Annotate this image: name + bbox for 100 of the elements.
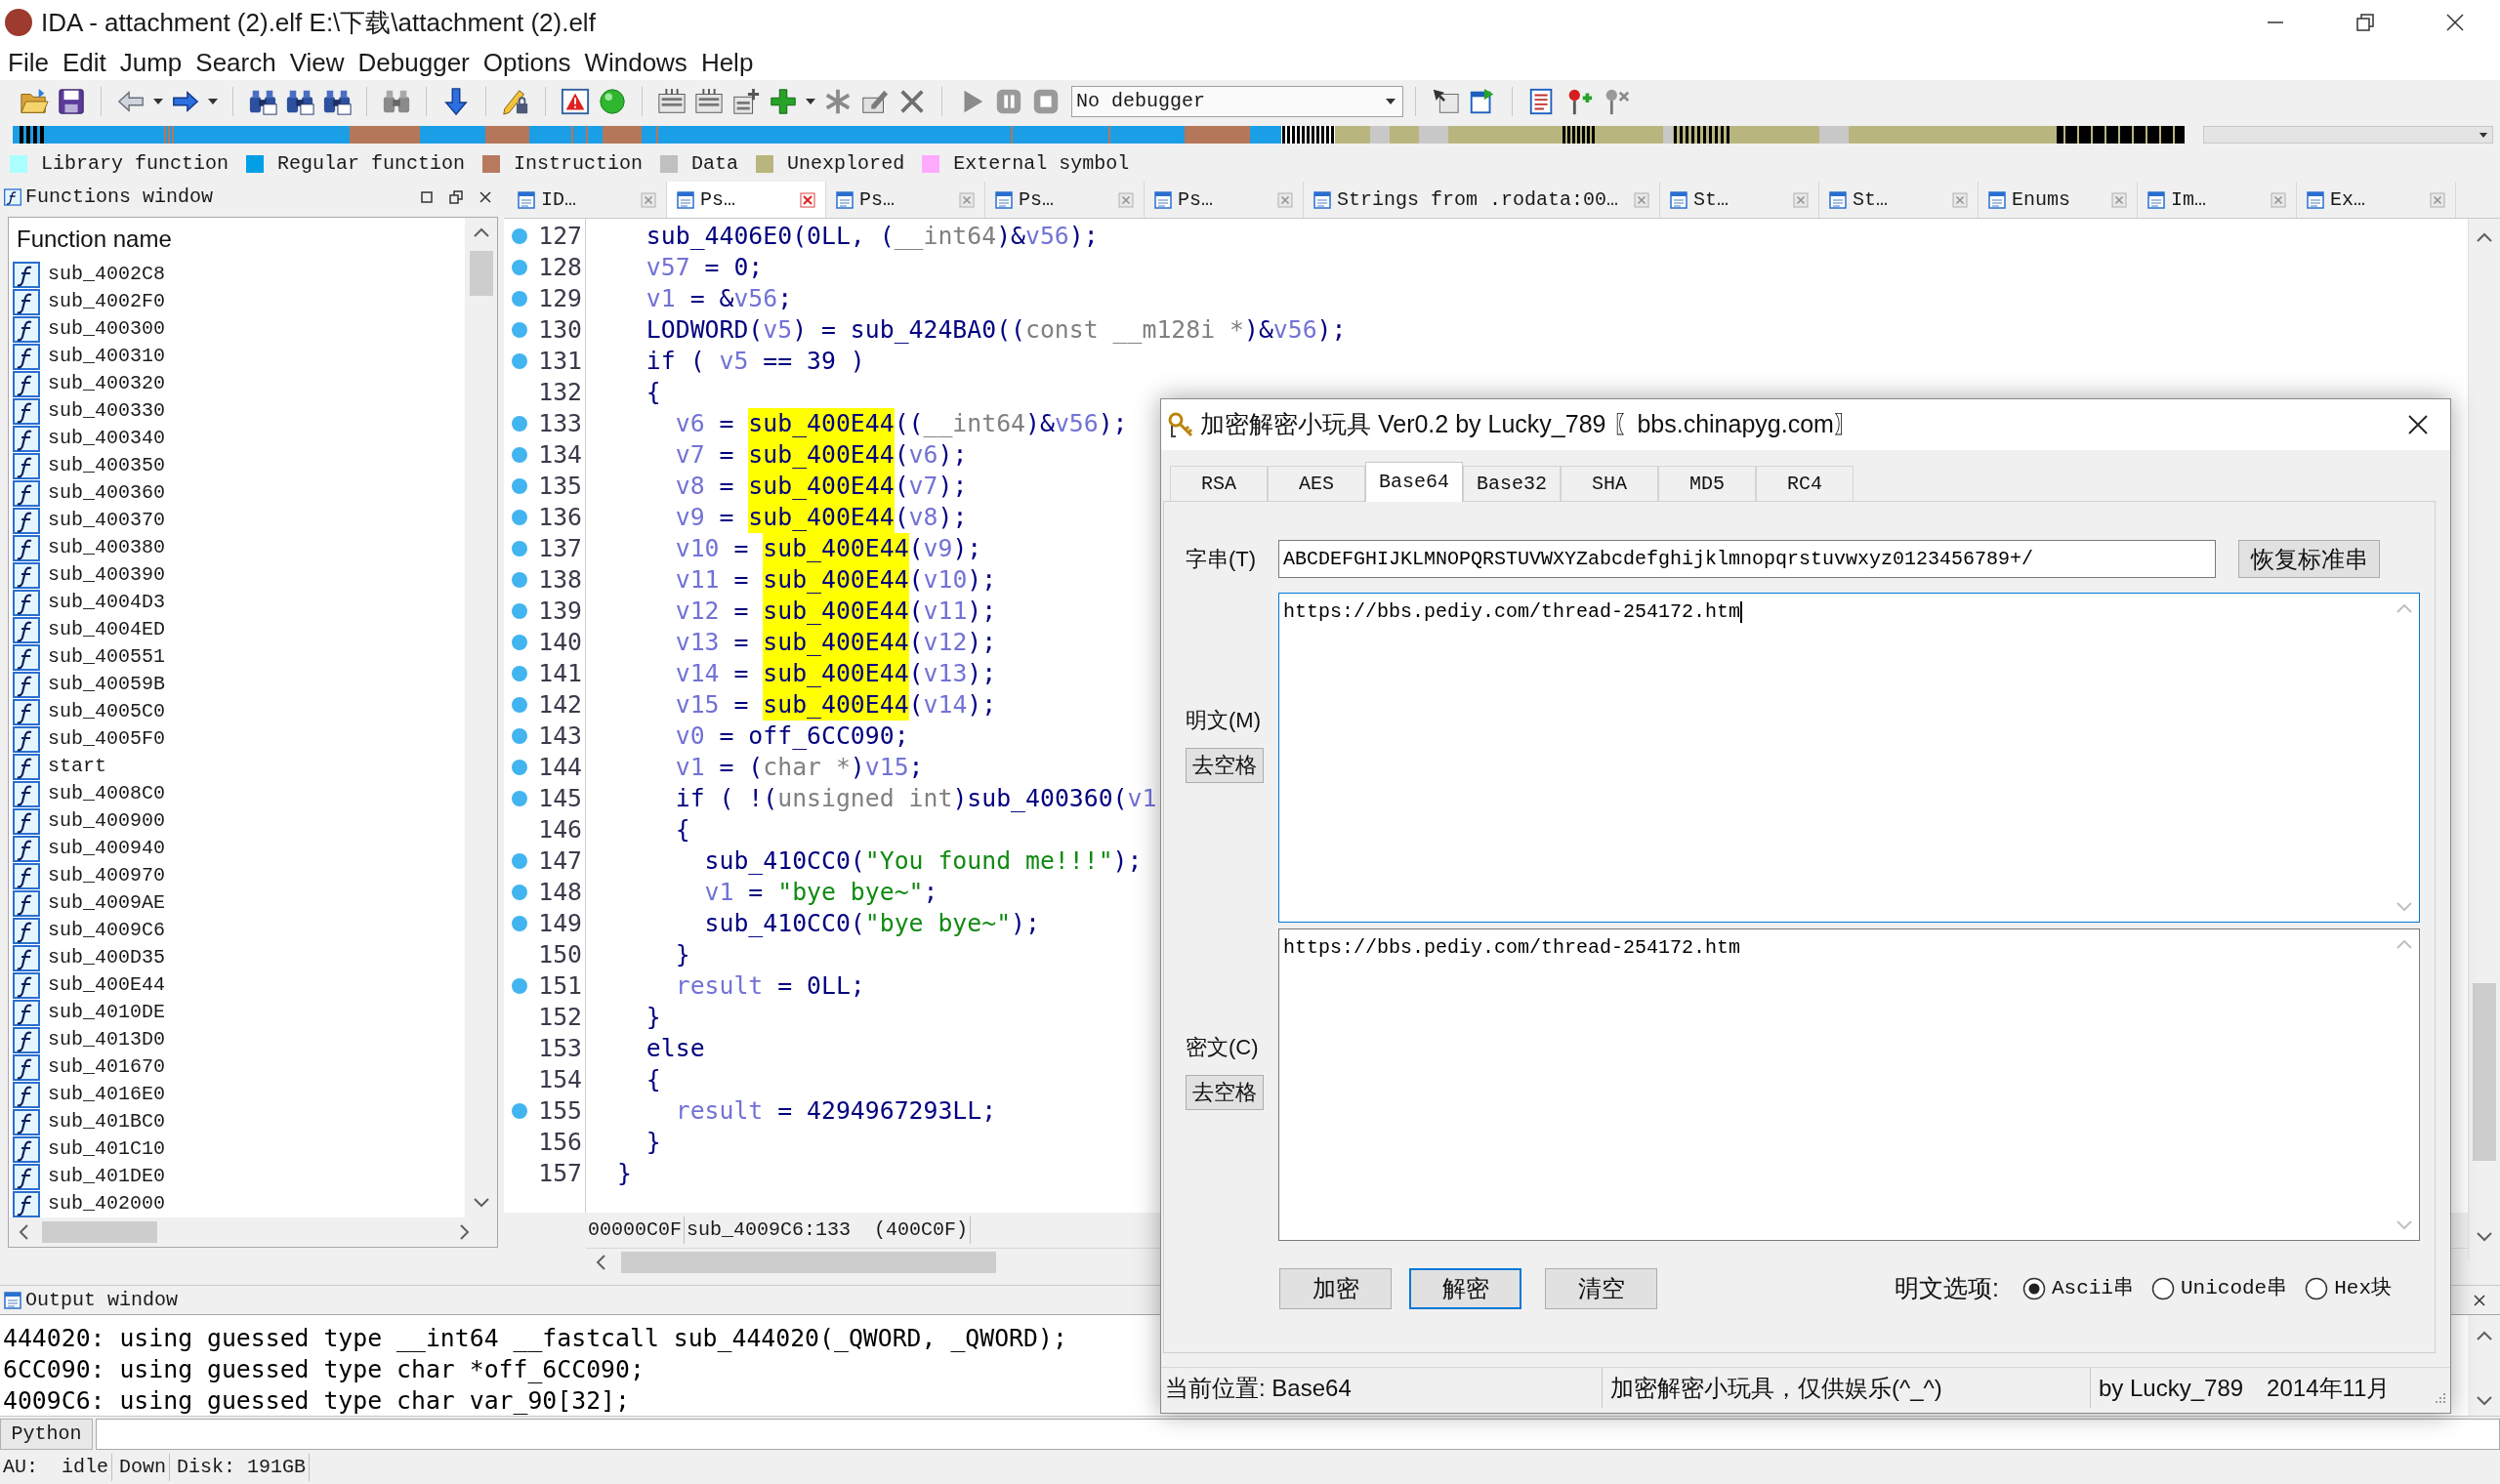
function-name[interactable]: sub_402000 [48, 1189, 166, 1218]
plus-icon[interactable] [769, 87, 798, 116]
function-name[interactable]: sub_4005C0 [48, 697, 166, 726]
pause-icon[interactable] [994, 87, 1023, 116]
action-button[interactable]: 清空 [1545, 1268, 1657, 1309]
radio-icon[interactable] [2305, 1277, 2329, 1300]
menu-item[interactable]: Help [700, 43, 754, 82]
function-name[interactable]: sub_400D35 [48, 943, 166, 972]
python-button[interactable]: Python [0, 1418, 93, 1450]
resize-grip-icon[interactable] [2435, 1392, 2446, 1404]
block-icon[interactable] [694, 87, 724, 116]
tab[interactable]: Base32 [1463, 466, 1561, 501]
folder-icon[interactable] [20, 87, 49, 116]
remove-spaces-button[interactable]: 去空格 [1186, 747, 1264, 783]
function-name[interactable]: sub_400300 [48, 314, 166, 344]
scroll-thumb[interactable] [2473, 983, 2496, 1161]
radio-option[interactable]: Hex块 [2305, 1273, 2392, 1304]
tab[interactable]: AES [1268, 466, 1365, 501]
function-name[interactable]: sub_4005F0 [48, 724, 166, 754]
function-name[interactable]: sub_4010DE [48, 998, 166, 1027]
block-plus-icon[interactable] [731, 87, 761, 116]
function-name[interactable]: sub_4013D0 [48, 1025, 166, 1054]
tab[interactable]: SHA [1561, 466, 1658, 501]
remove-spaces-button[interactable]: 去空格 [1186, 1074, 1264, 1110]
function-name[interactable]: sub_401BC0 [48, 1107, 166, 1136]
pencil-lock-icon[interactable] [501, 87, 530, 116]
caret-down-icon[interactable] [805, 98, 816, 105]
function-name[interactable]: sub_4002F0 [48, 287, 166, 316]
command-input[interactable] [96, 1418, 2500, 1450]
stop-icon[interactable] [1031, 87, 1061, 116]
restore-icon[interactable] [2355, 13, 2375, 32]
close-icon[interactable] [2473, 1293, 2486, 1307]
close-icon[interactable] [479, 190, 492, 204]
function-name[interactable]: sub_400551 [48, 642, 166, 672]
cursor-icon[interactable] [1431, 87, 1460, 116]
action-button[interactable]: 加密 [1279, 1268, 1392, 1309]
scroll-thumb[interactable] [621, 1251, 996, 1273]
radio-option[interactable]: Unicode串 [2150, 1273, 2288, 1304]
function-name[interactable]: sub_401DE0 [48, 1162, 166, 1191]
navigation-band[interactable] [13, 126, 2185, 144]
scroll-thumb[interactable] [42, 1221, 157, 1243]
column-header[interactable]: Function name [17, 222, 172, 257]
function-name[interactable]: start [48, 752, 106, 781]
function-name[interactable]: sub_400380 [48, 533, 166, 562]
restore-icon[interactable] [449, 190, 463, 204]
function-name[interactable]: sub_400970 [48, 861, 166, 890]
scrollbar[interactable] [9, 1217, 497, 1247]
radio-icon[interactable] [2150, 1277, 2175, 1300]
menu-item[interactable]: File [8, 43, 49, 82]
radio-option[interactable]: Ascii串 [2021, 1273, 2134, 1304]
scrollbar[interactable] [465, 218, 497, 1217]
action-button[interactable]: 解密 [1409, 1268, 1521, 1309]
function-name[interactable]: sub_400370 [48, 506, 166, 535]
tab[interactable]: RC4 [1756, 466, 1854, 501]
function-name[interactable]: sub_400390 [48, 560, 166, 590]
function-name[interactable]: sub_400940 [48, 834, 166, 863]
close-icon[interactable] [2445, 13, 2465, 32]
function-name[interactable]: sub_400310 [48, 342, 166, 371]
function-name[interactable]: sub_4002C8 [48, 260, 166, 289]
save-icon[interactable] [57, 87, 86, 116]
scroll-thumb[interactable] [469, 251, 493, 296]
function-name[interactable]: sub_400340 [48, 424, 166, 453]
down-arrow-icon[interactable] [441, 87, 471, 116]
function-name[interactable]: sub_401670 [48, 1052, 166, 1082]
tab[interactable]: Ps… [667, 182, 826, 218]
function-name[interactable]: sub_400320 [48, 369, 166, 398]
maximize-icon[interactable] [420, 190, 434, 204]
function-name[interactable]: sub_401C10 [48, 1134, 166, 1164]
function-name[interactable]: sub_400E44 [48, 970, 166, 1000]
tab[interactable]: RSA [1170, 466, 1268, 501]
function-name[interactable]: sub_400330 [48, 396, 166, 426]
caret-down-icon[interactable] [152, 98, 164, 105]
tab[interactable]: Base64 [1365, 462, 1463, 502]
function-name[interactable]: sub_4004ED [48, 615, 166, 644]
function-name[interactable]: sub_400900 [48, 806, 166, 836]
function-name[interactable]: sub_4008C0 [48, 779, 166, 808]
asterisk-icon[interactable] [823, 87, 853, 116]
circle-icon[interactable] [598, 87, 627, 116]
restore-alphabet-button[interactable]: 恢复标准串 [2238, 540, 2380, 578]
function-name[interactable]: sub_40059B [48, 670, 166, 699]
function-name[interactable]: sub_4016E0 [48, 1080, 166, 1109]
close-icon[interactable] [2407, 414, 2429, 435]
function-name[interactable]: sub_4009AE [48, 888, 166, 918]
scrollbar[interactable] [2468, 1315, 2500, 1416]
function-name[interactable]: sub_400360 [48, 478, 166, 508]
caret-down-icon[interactable] [207, 98, 219, 105]
menu-item[interactable]: Windows [584, 43, 688, 82]
alphabet-field[interactable]: ABCDEFGHIJKLMNOPQRSTUVWXYZabcdefghijklmnopqrstuvwxyz0123456789+/ [1278, 540, 2216, 578]
menu-item[interactable]: Jump [119, 43, 183, 82]
menu-item[interactable]: Search [195, 43, 276, 82]
tab[interactable]: MD5 [1658, 466, 1756, 501]
menu-item[interactable]: Edit [62, 43, 106, 82]
debugger-select[interactable]: No debugger [1071, 86, 1403, 117]
block-icon[interactable] [657, 87, 687, 116]
menu-item[interactable]: Debugger [357, 43, 470, 82]
radio-icon[interactable] [2021, 1277, 2046, 1300]
function-name[interactable]: sub_400350 [48, 451, 166, 480]
function-name[interactable]: sub_4004D3 [48, 588, 166, 617]
function-name[interactable]: sub_4009C6 [48, 916, 166, 945]
menu-item[interactable]: Options [482, 43, 571, 82]
